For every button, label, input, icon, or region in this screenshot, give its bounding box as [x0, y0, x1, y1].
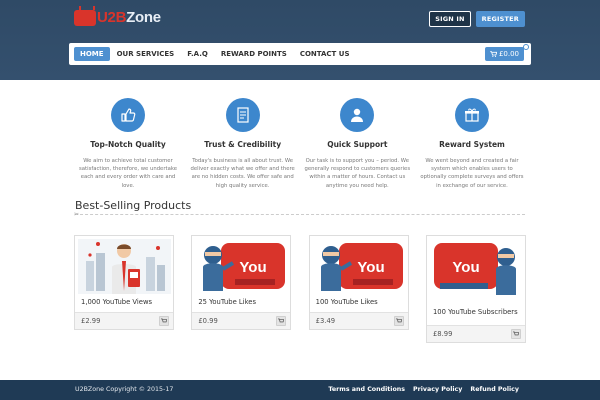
product-card[interactable]: You 25 YouTube Likes £0.99 — [191, 235, 292, 330]
product-price: £3.49 — [315, 317, 336, 325]
feature-desc: Today's business is all about trust. We … — [190, 158, 295, 189]
svg-text:You: You — [452, 259, 479, 276]
footer-links: Terms and Conditions Privacy Policy Refu… — [328, 386, 519, 393]
logo-tv-icon — [74, 9, 96, 26]
main-nav: HOME OUR SERVICES F.A.Q REWARD POINTS CO… — [69, 43, 531, 65]
document-icon — [225, 98, 260, 132]
section-title: Best-Selling Products — [75, 199, 192, 212]
feature-title: Trust & Credibility — [204, 140, 282, 149]
feature-title: Reward System — [439, 140, 505, 149]
add-to-cart-button[interactable] — [159, 316, 169, 326]
page: U2BZone SIGN IN REGISTER HOME OUR SERVIC… — [0, 0, 600, 400]
features: Top-Notch Quality We aim to achieve tota… — [74, 98, 526, 190]
copyright: U2BZone Copyright © 2015-17 — [75, 386, 174, 393]
feature-desc: We went beyond and created a fair system… — [420, 158, 524, 189]
footer-link-refund[interactable]: Refund Policy — [470, 386, 519, 393]
feature-quality: Top-Notch Quality We aim to achieve tota… — [74, 98, 182, 190]
feature-reward: Reward System We went beyond and created… — [418, 98, 526, 190]
feature-title: Top-Notch Quality — [90, 140, 166, 149]
thumbs-up-icon — [111, 98, 145, 132]
logo[interactable]: U2BZone — [74, 9, 161, 26]
svg-text:You: You — [357, 259, 384, 276]
cart-badge — [523, 44, 529, 50]
register-button[interactable]: REGISTER — [475, 11, 525, 27]
cart-button[interactable]: £0.00 — [484, 47, 524, 61]
product-price: £2.99 — [81, 317, 101, 325]
product-price: £0.99 — [198, 317, 218, 325]
add-to-cart-button[interactable] — [276, 316, 287, 326]
footer-link-terms[interactable]: Terms and Conditions — [328, 386, 405, 393]
feature-trust: Trust & Credibility Today's business is … — [189, 98, 297, 190]
header: U2BZone SIGN IN REGISTER HOME OUR SERVIC… — [0, 0, 600, 80]
footer-link-privacy[interactable]: Privacy Policy — [413, 386, 462, 393]
nav-contact-us[interactable]: CONTACT US — [294, 47, 356, 61]
user-icon — [340, 98, 375, 132]
auth-buttons: SIGN IN REGISTER — [429, 11, 525, 27]
product-footer: £8.99 — [426, 325, 525, 342]
logo-text: U2BZone — [97, 9, 161, 26]
product-image-views[interactable] — [78, 239, 171, 294]
product-image-likes-100[interactable]: You — [312, 239, 406, 294]
nav-our-services[interactable]: OUR SERVICES — [111, 47, 181, 61]
product-name[interactable]: 100 YouTube Likes — [316, 298, 406, 307]
product-grid: 1,000 YouTube Views £2.99 You 25 YouTube… — [74, 235, 526, 343]
feature-title: Quick Support — [327, 140, 388, 149]
sign-in-button[interactable]: SIGN IN — [429, 11, 471, 27]
feature-desc: Our task is to support you – period. We … — [304, 158, 411, 189]
feature-support: Quick Support Our task is to support you… — [303, 98, 411, 190]
section-divider — [75, 214, 525, 215]
cart-icon — [489, 50, 499, 58]
product-price: £8.99 — [432, 330, 453, 338]
product-footer: £0.99 — [192, 312, 291, 329]
product-footer: £2.99 — [75, 312, 173, 329]
nav-reward-points[interactable]: REWARD POINTS — [215, 47, 293, 61]
feature-desc: We aim to achieve total customer satisfa… — [79, 158, 177, 189]
nav-faq[interactable]: F.A.Q — [181, 47, 214, 61]
product-name[interactable]: 25 YouTube Likes — [198, 298, 288, 307]
cart-total: £0.00 — [498, 50, 519, 58]
product-name[interactable]: 1,000 YouTube Views — [81, 298, 171, 307]
product-footer: £3.49 — [309, 312, 408, 329]
add-to-cart-button[interactable] — [510, 329, 521, 339]
gift-icon — [454, 98, 489, 132]
product-card[interactable]: 1,000 YouTube Views £2.99 — [74, 235, 174, 330]
svg-text:You: You — [240, 259, 267, 276]
nav-home[interactable]: HOME — [74, 47, 110, 61]
product-card[interactable]: You 100 YouTube Subscribers £8.99 — [425, 235, 526, 343]
product-image-likes[interactable]: You — [195, 239, 289, 294]
product-image-subscribers[interactable]: You — [429, 239, 523, 295]
add-to-cart-button[interactable] — [393, 316, 404, 326]
footer: U2BZone Copyright © 2015-17 Terms and Co… — [0, 380, 600, 400]
product-name[interactable]: 100 YouTube Subscribers — [433, 308, 523, 317]
product-card[interactable]: You 100 YouTube Likes £3.49 — [308, 235, 409, 330]
scissors-icon: ✂ — [74, 211, 80, 218]
